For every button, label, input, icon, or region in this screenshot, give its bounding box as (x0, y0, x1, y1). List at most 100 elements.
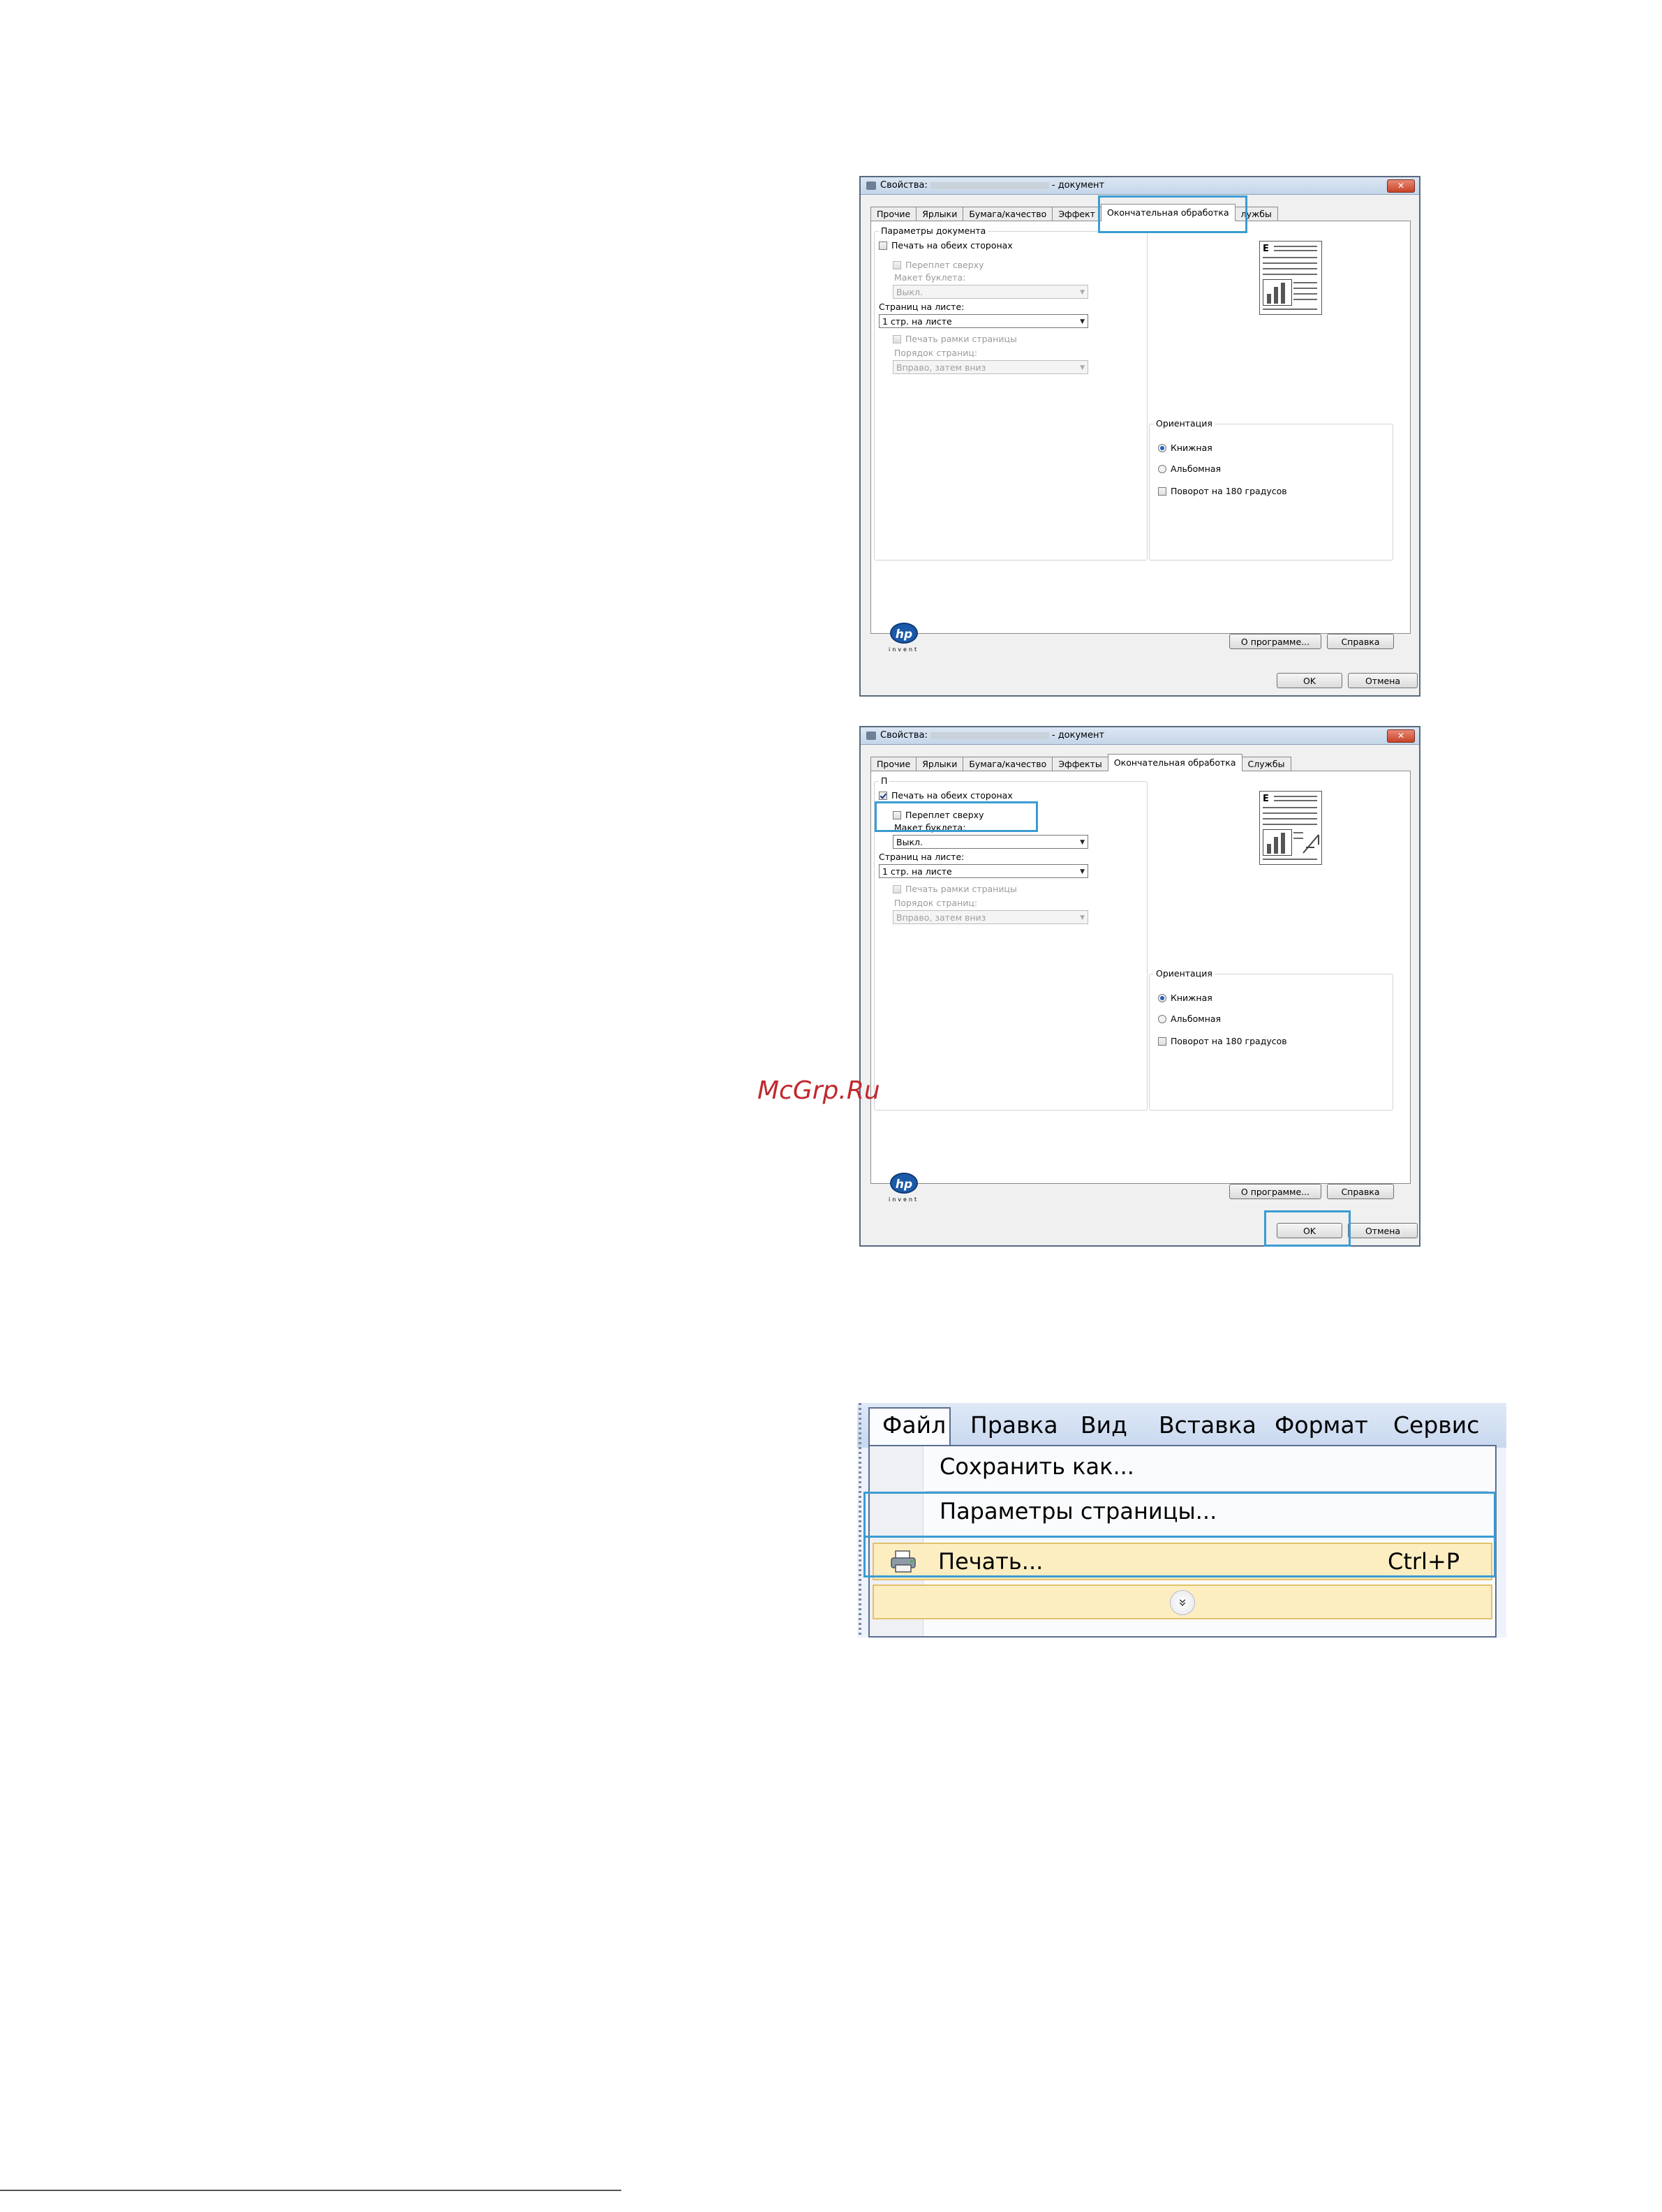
orientation-group: Ориентация Книжная Альбомная Поворот на … (1149, 418, 1393, 561)
menu-bar: Файл Правка Вид Вставка Формат Сервис (857, 1403, 1506, 1638)
pages-per-sheet-select[interactable]: 1 стр. на листе ▼ (879, 314, 1088, 328)
portrait-label: Книжная (1171, 443, 1212, 453)
printer-icon (866, 732, 876, 740)
printer-name-redacted (930, 732, 1049, 739)
dialog-title-prefix: Свойства: (880, 730, 928, 741)
bar-chart-icon (1263, 279, 1292, 306)
portrait-label: Книжная (1171, 993, 1212, 1003)
tab-finishing[interactable]: Окончательная обработка (1100, 204, 1236, 221)
pages-per-sheet-select[interactable]: 1 стр. на листе ▼ (879, 864, 1088, 878)
cancel-button[interactable]: Отмена (1348, 1223, 1418, 1238)
duplex-option[interactable]: Печать на обеих сторонах (879, 240, 1013, 251)
rotate-label: Поворот на 180 градусов (1171, 486, 1287, 496)
help-button[interactable]: Справка (1327, 634, 1394, 649)
menu-format[interactable]: Формат (1275, 1411, 1368, 1439)
binding-label: Переплет сверху (905, 260, 984, 270)
page-order-value: Вправо, затем вниз (896, 362, 986, 373)
tab-shortcuts[interactable]: Ярлыки (916, 757, 964, 771)
page-preview: E (1259, 241, 1322, 315)
rotate-checkbox[interactable] (1158, 487, 1166, 496)
rotate-option[interactable]: Поворот на 180 градусов (1158, 486, 1287, 496)
cancel-button[interactable]: Отмена (1348, 673, 1418, 688)
about-button[interactable]: О программе... (1229, 634, 1321, 649)
portrait-radio[interactable] (1158, 993, 1166, 1002)
landscape-label: Альбомная (1171, 463, 1222, 474)
tab-other[interactable]: Прочие (870, 207, 917, 221)
pages-per-sheet-label: Страниц на листе: (879, 852, 965, 862)
expand-row-callout (863, 1536, 1496, 1578)
finishing-panel: П Печать на обеих сторонах Переплет свер… (870, 771, 1411, 1184)
ok-button[interactable]: OK (1277, 673, 1342, 688)
pages-per-sheet-value: 1 стр. на листе (882, 866, 952, 877)
portrait-radio[interactable] (1158, 443, 1166, 452)
ok-button-callout (1264, 1210, 1351, 1247)
menu-file[interactable]: Файл (882, 1411, 946, 1439)
portrait-option[interactable]: Книжная (1158, 993, 1212, 1003)
help-button[interactable]: Справка (1327, 1184, 1394, 1199)
menu-expand-row[interactable]: » (873, 1584, 1492, 1619)
landscape-label: Альбомная (1171, 1014, 1222, 1024)
chevron-down-icon: ▼ (1080, 364, 1085, 371)
tab-shortcuts[interactable]: Ярлыки (916, 207, 964, 221)
chevron-down-icon: ▼ (1080, 868, 1085, 875)
page-borders-checkbox (893, 334, 901, 343)
binding-checkbox (893, 260, 901, 269)
chevron-down-icon: ▼ (1080, 914, 1085, 921)
document-options-label: Параметры документа (879, 225, 988, 236)
title-bar[interactable]: Свойства: - документ ✕ (861, 727, 1419, 745)
booklet-label: Макет буклета: (894, 272, 966, 283)
chevron-down-icon: ▼ (1080, 839, 1085, 846)
toolbar-grip (859, 1403, 861, 1638)
pages-per-sheet-label: Страниц на листе: (879, 302, 965, 312)
expand-chevron-icon[interactable]: » (1170, 1590, 1195, 1615)
close-button[interactable]: ✕ (1387, 729, 1415, 743)
page-order-select: Вправо, затем вниз ▼ (893, 910, 1088, 924)
menu-insert[interactable]: Вставка (1159, 1411, 1256, 1439)
print-item-callout (863, 1492, 1496, 1538)
tab-effects[interactable]: Эффект (1052, 207, 1101, 221)
tab-strip: Прочие Ярлыки Бумага/качество Эффекты Ок… (870, 754, 1291, 771)
title-bar[interactable]: Свойства: - документ ✕ (861, 177, 1419, 195)
duplex-checkbox[interactable] (879, 241, 887, 250)
printer-icon (866, 181, 876, 190)
booklet-value: Выкл. (896, 287, 923, 297)
menu-tools[interactable]: Сервис (1393, 1411, 1479, 1439)
watermark: McGrp.Ru (757, 1076, 880, 1105)
binding-option: Переплет сверху (893, 260, 984, 270)
menu-view[interactable]: Вид (1081, 1411, 1127, 1439)
dialog-title-suffix: - документ (1051, 730, 1105, 741)
print-properties-dialog-1: Свойства: - документ ✕ Прочие Ярлыки Бума… (859, 176, 1420, 697)
booklet-select[interactable]: Выкл. ▼ (893, 835, 1088, 849)
landscape-radio[interactable] (1158, 464, 1166, 473)
tab-services[interactable]: Службы (1241, 757, 1291, 771)
page-curl-icon (1303, 834, 1319, 854)
menu-edit[interactable]: Правка (970, 1411, 1058, 1439)
landscape-option[interactable]: Альбомная (1158, 463, 1221, 474)
menu-item-save-as[interactable]: Сохранить как... (940, 1453, 1134, 1480)
page-footer-rule (0, 2190, 621, 2191)
portrait-option[interactable]: Книжная (1158, 443, 1212, 453)
landscape-option[interactable]: Альбомная (1158, 1014, 1221, 1024)
hp-logo-mark: hp (890, 1173, 918, 1194)
page-borders-checkbox (893, 884, 901, 893)
tab-paper-quality[interactable]: Бумага/качество (963, 207, 1053, 221)
tab-paper-quality[interactable]: Бумага/качество (963, 757, 1053, 771)
close-button[interactable]: ✕ (1387, 179, 1415, 193)
hp-invent-text: invent (889, 1196, 919, 1203)
rotate-checkbox[interactable] (1158, 1037, 1166, 1046)
page-order-value: Вправо, затем вниз (896, 912, 986, 923)
duplex-label: Печать на обеих сторонах (891, 240, 1013, 251)
duplex-checkbox[interactable] (879, 791, 887, 800)
page-borders-option: Печать рамки страницы (893, 884, 1017, 894)
landscape-radio[interactable] (1158, 1014, 1166, 1023)
chevron-down-icon: ▼ (1080, 318, 1085, 325)
tab-other[interactable]: Прочие (870, 757, 917, 771)
about-button[interactable]: О программе... (1229, 1184, 1321, 1199)
tab-strip: Прочие Ярлыки Бумага/качество Эффект Око… (870, 204, 1278, 221)
tab-finishing[interactable]: Окончательная обработка (1107, 754, 1242, 771)
rotate-option[interactable]: Поворот на 180 градусов (1158, 1036, 1287, 1046)
tab-effects[interactable]: Эффекты (1052, 757, 1108, 771)
hp-logo: hp invent (886, 1173, 925, 1205)
duplex-option[interactable]: Печать на обеих сторонах (879, 790, 1013, 801)
page-order-label: Порядок страниц: (894, 898, 978, 908)
